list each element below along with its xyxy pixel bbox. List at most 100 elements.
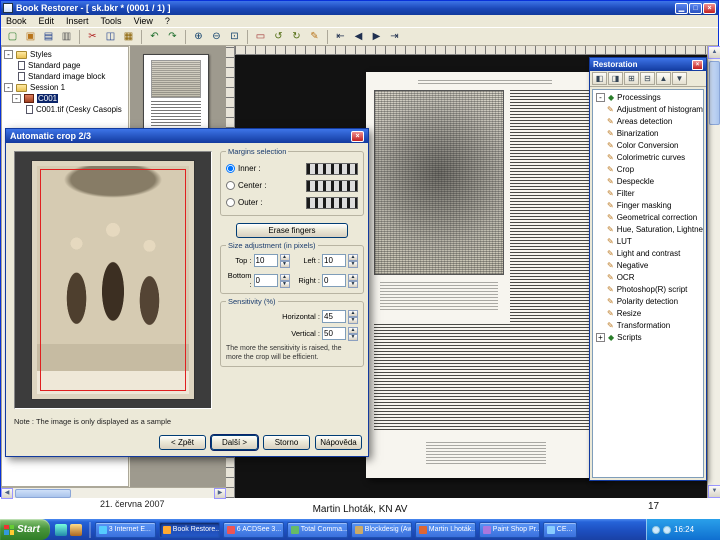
prev-page-icon[interactable]: ◀ <box>350 29 367 44</box>
tree-item-standard-page[interactable]: Standard page <box>2 60 128 71</box>
crop-icon[interactable]: ▭ <box>252 29 269 44</box>
vertical-stepper[interactable]: ▲ ▼ <box>348 327 358 341</box>
menu-item-insert[interactable]: Insert <box>66 16 89 26</box>
erase-fingers-button[interactable]: Erase fingers <box>236 223 348 238</box>
step-down-icon[interactable]: ▼ <box>279 280 290 288</box>
bottom-input[interactable] <box>253 273 278 287</box>
restoration-item-photoshop-script[interactable]: ✎ Photoshop(R) script <box>593 283 703 295</box>
bottom-stepper[interactable]: ▲ ▼ <box>279 273 290 288</box>
scroll-up-icon[interactable]: ▲ <box>708 46 720 59</box>
task-presentation[interactable]: Martin Lhoták... <box>414 521 476 538</box>
maximize-button[interactable]: □ <box>689 2 702 14</box>
scroll-left-icon[interactable]: ◀ <box>1 488 13 499</box>
undo-icon[interactable]: ↶ <box>146 29 163 44</box>
restoration-item-polarity-detection[interactable]: ✎ Polarity detection <box>593 295 703 307</box>
restoration-item-filter[interactable]: ✎ Filter <box>593 187 703 199</box>
save-icon[interactable]: ▤ <box>40 29 57 44</box>
task-paint-shop-pro[interactable]: Paint Shop Pr... <box>478 521 540 538</box>
tree-item-c001[interactable]: - C001 <box>2 93 128 104</box>
page-thumbnail[interactable] <box>143 54 209 138</box>
right-stepper[interactable]: ▲ ▼ <box>348 273 358 288</box>
new-document-icon[interactable]: ▢ <box>4 29 21 44</box>
task-other[interactable]: CE... <box>542 521 577 538</box>
task-internet-explorer[interactable]: 3 Internet E... <box>94 521 156 538</box>
crop-rectangle[interactable] <box>40 169 186 391</box>
top-stepper[interactable]: ▲ ▼ <box>279 254 290 268</box>
restoration-item-scripts[interactable]: + ◆ Scripts <box>593 331 703 343</box>
restoration-item-color-conversion[interactable]: ✎ Color Conversion <box>593 139 703 151</box>
dialog-title-bar[interactable]: Automatic crop 2/3 × <box>6 129 368 143</box>
quick-launch-icon[interactable] <box>69 523 82 536</box>
next-button[interactable]: Další > <box>211 435 258 450</box>
close-button[interactable]: × <box>703 2 716 14</box>
expand-all-icon[interactable]: ⊞ <box>624 72 639 85</box>
step-up-icon[interactable]: ▲ <box>348 254 358 261</box>
center-radio[interactable] <box>226 181 235 190</box>
copy-icon[interactable]: ◫ <box>102 29 119 44</box>
rotate-right-icon[interactable]: ↻ <box>288 29 305 44</box>
collapse-icon[interactable]: - <box>4 83 13 92</box>
first-page-icon[interactable]: ⇤ <box>332 29 349 44</box>
restoration-item-adjustment-of-histogram[interactable]: ✎ Adjustment of histogram <box>593 103 703 115</box>
menu-item-tools[interactable]: Tools <box>101 16 122 26</box>
task-total-commander[interactable]: Total Comma... <box>286 521 348 538</box>
tree-item-c001-tif[interactable]: C001.tif (Cesky Casopis <box>2 104 128 115</box>
step-down-icon[interactable]: ▼ <box>348 334 358 341</box>
tree-item-styles[interactable]: - Styles <box>2 49 128 60</box>
vertical-scroll-thumb[interactable] <box>709 61 720 125</box>
cut-icon[interactable]: ✂ <box>84 29 101 44</box>
tree-item-standard-image-block[interactable]: Standard image block <box>2 71 128 82</box>
scroll-right-icon[interactable]: ▶ <box>214 488 226 499</box>
horizontal-input[interactable] <box>322 310 346 323</box>
step-down-icon[interactable]: ▼ <box>348 280 358 288</box>
restoration-item-colorimetric-curves[interactable]: ✎ Colorimetric curves <box>593 151 703 163</box>
left-stepper[interactable]: ▲ ▼ <box>348 254 358 268</box>
vertical-input[interactable] <box>322 327 346 340</box>
paste-icon[interactable]: ▦ <box>120 29 137 44</box>
right-input[interactable] <box>322 273 346 287</box>
horizontal-scroll-thumb[interactable] <box>15 489 71 498</box>
step-up-icon[interactable]: ▲ <box>348 310 358 317</box>
dock-right-icon[interactable]: ◨ <box>608 72 623 85</box>
vertical-scrollbar[interactable]: ▲ ▼ <box>707 46 720 498</box>
back-button[interactable]: < Zpět <box>159 435 206 450</box>
restoration-item-processings[interactable]: - ◆ Processings <box>593 91 703 103</box>
scanned-page[interactable] <box>366 72 604 478</box>
title-bar[interactable]: Book Restorer - [ sk.bkr * (0001 / 1) ] … <box>1 1 718 15</box>
step-up-icon[interactable]: ▲ <box>279 273 290 281</box>
cancel-button[interactable]: Storno <box>263 435 310 450</box>
top-input[interactable] <box>253 254 278 267</box>
menu-item-help[interactable]: ? <box>165 16 170 26</box>
dock-left-icon[interactable]: ◧ <box>592 72 607 85</box>
restoration-item-resize[interactable]: ✎ Resize <box>593 307 703 319</box>
menu-item-book[interactable]: Book <box>6 16 27 26</box>
restoration-item-negative[interactable]: ✎ Negative <box>593 259 703 271</box>
redo-icon[interactable]: ↷ <box>164 29 181 44</box>
collapse-icon[interactable]: - <box>12 94 21 103</box>
menu-item-view[interactable]: View <box>134 16 153 26</box>
last-page-icon[interactable]: ⇥ <box>386 29 403 44</box>
step-up-icon[interactable]: ▲ <box>348 273 358 281</box>
restoration-item-light-and-contrast[interactable]: ✎ Light and contrast <box>593 247 703 259</box>
task-blockdesig[interactable]: Blockdesig (Aw... <box>350 521 412 538</box>
close-icon[interactable]: × <box>351 130 364 142</box>
rotate-left-icon[interactable]: ↺ <box>270 29 287 44</box>
collapse-icon[interactable]: - <box>4 50 13 59</box>
expand-icon[interactable]: + <box>596 332 605 342</box>
step-down-icon[interactable]: ▼ <box>279 261 290 268</box>
zoom-in-icon[interactable]: ⊕ <box>190 29 207 44</box>
outer-radio[interactable] <box>226 198 235 207</box>
task-book-restorer[interactable]: Book Restore... <box>158 521 220 538</box>
horizontal-stepper[interactable]: ▲ ▼ <box>348 310 358 324</box>
task-acdsee[interactable]: 6 ACDSee 3... <box>222 521 284 538</box>
quick-launch-icon[interactable] <box>54 523 67 536</box>
script-icon[interactable]: ✎ <box>306 29 323 44</box>
menu-item-edit[interactable]: Edit <box>39 16 55 26</box>
restoration-item-binarization[interactable]: ✎ Binarization <box>593 127 703 139</box>
print-icon[interactable]: ▥ <box>58 29 75 44</box>
restoration-item-despeckle[interactable]: ✎ Despeckle <box>593 175 703 187</box>
horizontal-scrollbar[interactable]: ◀ ▶ <box>1 487 226 499</box>
open-book-icon[interactable]: ▣ <box>22 29 39 44</box>
restoration-item-crop[interactable]: ✎ Crop <box>593 163 703 175</box>
move-up-icon[interactable]: ▲ <box>656 72 671 85</box>
